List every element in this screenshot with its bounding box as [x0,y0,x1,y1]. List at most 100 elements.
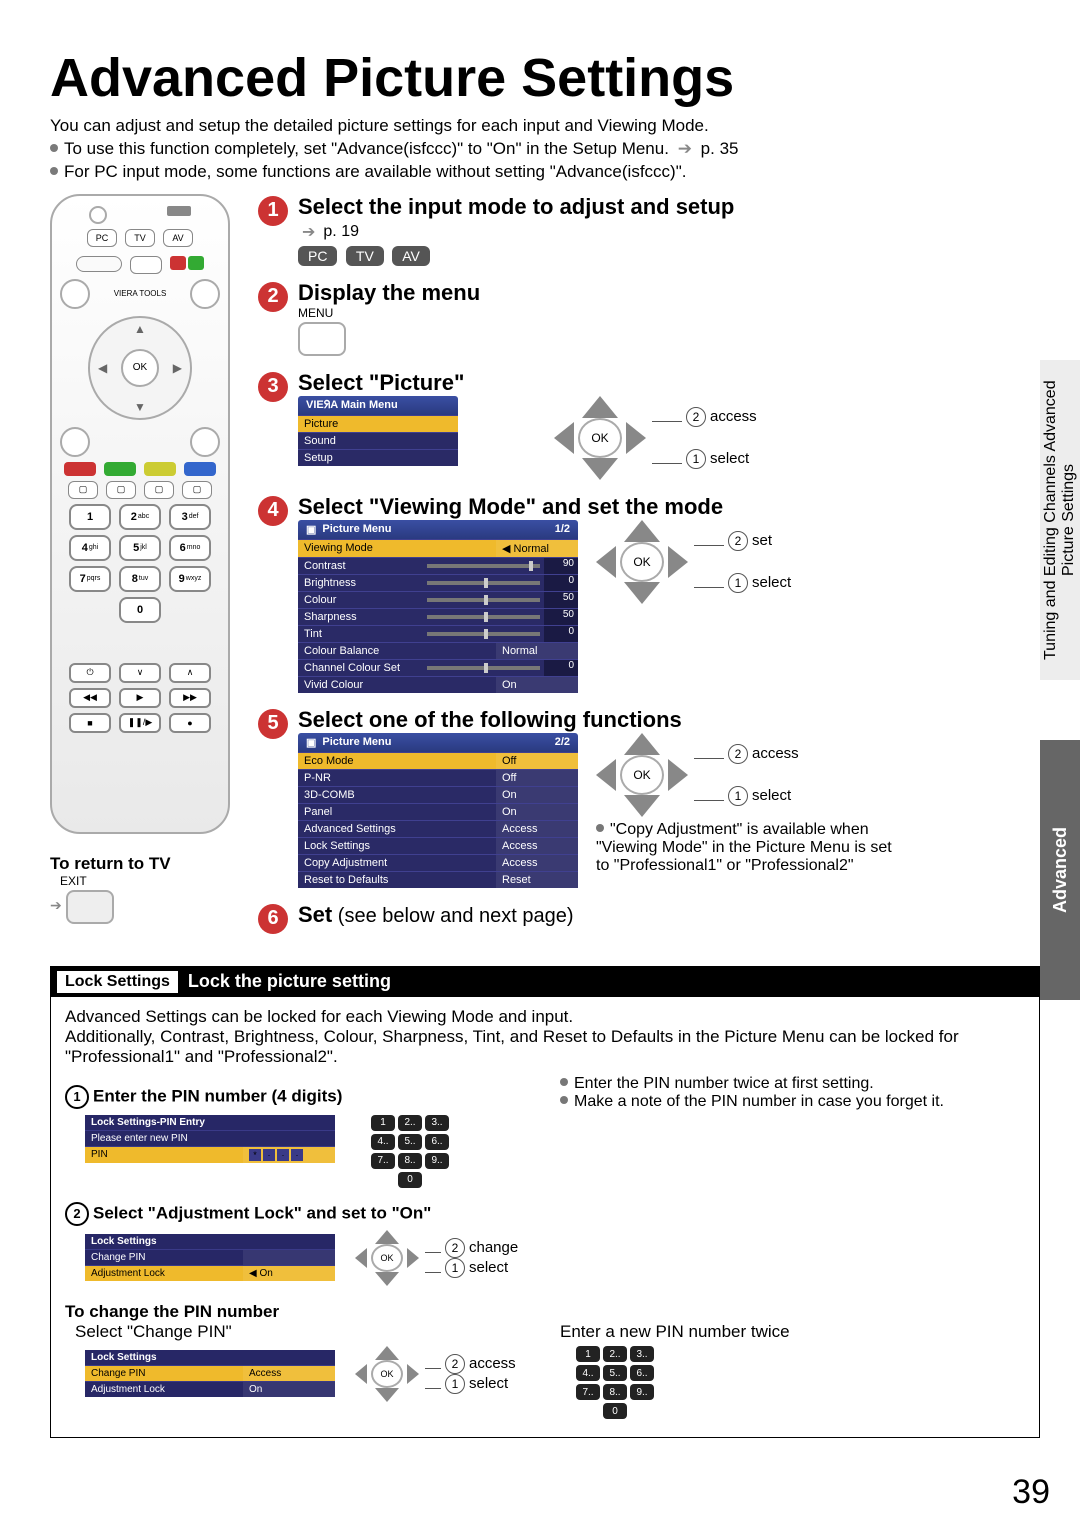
forward-button[interactable]: ▶▶ [169,688,211,708]
circle-button[interactable] [60,427,90,457]
change-pin-right: Enter a new PIN number twice [560,1322,1025,1342]
step-number-icon: 4 [258,496,288,526]
picture-menu-osd-1: ▣Picture Menu1/2 Viewing Mode◀ Normal Co… [298,520,578,693]
up-arrow-icon: ▲ [134,322,146,336]
play-button[interactable]: ▶ [119,688,161,708]
right-arrow-icon: ▶ [173,361,182,375]
remote-control: PC TV AV VIERA TOOLS [50,194,230,834]
nav-pad-icon: OK [554,396,646,480]
remote-small-button[interactable] [130,256,162,274]
step-number-icon: 5 [258,709,288,739]
page-number: 39 [1012,1473,1050,1512]
green-button[interactable] [188,256,204,270]
remote-dpad[interactable]: ▲ ▼ ◀ ▶ OK [88,316,192,420]
numkey-2[interactable]: 2abc [119,504,161,530]
manual-page: Advanced Picture Settings You can adjust… [0,0,1080,1532]
numkey-0[interactable]: 0 [119,597,161,623]
step-1: 1 Select the input mode to adjust and se… [258,194,1040,266]
step-title: Select "Picture" [298,370,1040,396]
copy-adjustment-note: "Copy Adjustment" is available when "Vie… [596,821,896,875]
power-button[interactable]: ⏻ [69,663,111,683]
numkey-8[interactable]: 8tuv [119,566,161,592]
nav-pad-icon: OK [596,733,688,817]
remote-ok-button[interactable]: OK [121,349,159,387]
menu-label: MENU [298,306,1040,320]
step-title: Select "Viewing Mode" and set the mode [298,494,1040,520]
lock-heading: Lock the picture setting [188,971,391,992]
numkey-3[interactable]: 3def [169,504,211,530]
steps-column: 1 Select the input mode to adjust and se… [258,194,1040,948]
nav-access-label: access [710,408,757,425]
numkey-4[interactable]: 4ghi [69,535,111,561]
step-title: Select the input mode to adjust and setu… [298,194,1040,220]
circle-button[interactable] [190,427,220,457]
pc-mode-pill[interactable]: PC [298,246,337,266]
step-title: Set [298,902,332,927]
av-mode-pill[interactable]: AV [392,246,430,266]
circle-button[interactable] [60,279,90,309]
remote-option-button[interactable]: ▢ [144,481,174,499]
green-color-button[interactable] [104,462,136,476]
nav-pad-icon: OK [596,520,688,604]
numkey-1[interactable]: 1 [69,504,111,530]
step-6: 6 Set (see below and next page) [258,902,1040,934]
numkey-5[interactable]: 5jkl [119,535,161,561]
vol-button[interactable]: ∨ [119,663,161,683]
nav-pad-icon: OK [355,1230,419,1286]
pause-button[interactable]: ❚❚/▶ [119,713,161,733]
step-3: 3 Select "Picture" VIEᖆA Main Menu Pictu… [258,370,1040,480]
remote-option-button[interactable]: ▢ [68,481,98,499]
keypad-icon: 12..3.. 4..5..6.. 7..8..9.. 0 [371,1115,449,1188]
remote-pill-button[interactable] [76,256,122,272]
numkey-9[interactable]: 9wxyz [169,566,211,592]
intro-line-2: To use this function completely, set "Ad… [50,138,1040,161]
numkey-6[interactable]: 6mno [169,535,211,561]
circle-button[interactable] [190,279,220,309]
step-title: Display the menu [298,280,1040,306]
tv-mode-pill[interactable]: TV [346,246,384,266]
down-arrow-icon: ▼ [134,400,146,414]
remote-av-button[interactable]: AV [163,229,193,247]
ch-button[interactable]: ∧ [169,663,211,683]
remote-option-button[interactable]: ▢ [182,481,212,499]
return-to-tv: To return to TV EXIT ➔ [50,854,240,924]
arrow-icon: ➔ [302,222,315,242]
record-button[interactable]: ● [169,713,211,733]
ir-window [167,206,191,216]
arrow-icon: ➔ [678,138,692,161]
remote-column: PC TV AV VIERA TOOLS [50,194,240,948]
picture-menu-osd-2: ▣Picture Menu2/2 Eco ModeOff P-NROff 3D-… [298,733,578,888]
stop-button[interactable]: ■ [69,713,111,733]
remote-option-button[interactable]: ▢ [106,481,136,499]
led-icon [89,206,107,224]
step-4: 4 Select "Viewing Mode" and set the mode… [258,494,1040,693]
lock-sub2-title: Select "Adjustment Lock" and set to "On" [93,1203,431,1222]
blue-color-button[interactable] [184,462,216,476]
nav-pad-icon: OK [355,1346,419,1402]
exit-button[interactable] [66,890,114,924]
adjustment-lock-osd: Lock Settings Change PIN Adjustment Lock… [85,1234,335,1281]
remote-tv-button[interactable]: TV [125,229,155,247]
red-button[interactable] [170,256,186,270]
main-menu-osd: VIEᖆA Main Menu Picture Sound Setup [298,396,458,466]
yellow-color-button[interactable] [144,462,176,476]
numkey-7[interactable]: 7pqrs [69,566,111,592]
lock-tag: Lock Settings [57,971,178,993]
page-title: Advanced Picture Settings [50,50,1040,107]
change-pin-osd: Lock Settings Change PINAccess Adjustmen… [85,1350,335,1397]
keypad-icon: 12..3.. 4..5..6.. 7..8..9.. 0 [576,1346,654,1419]
menu-button[interactable] [298,322,346,356]
nav-select-label: select [710,450,749,467]
red-color-button[interactable] [64,462,96,476]
viera-tools-label: VIERA TOOLS [114,289,167,298]
step-2: 2 Display the menu MENU [258,280,1040,356]
left-arrow-icon: ◀ [98,361,107,375]
intro-line-3: For PC input mode, some functions are av… [50,161,1040,184]
remote-pc-button[interactable]: PC [87,229,117,247]
lock-description: Advanced Settings can be locked for each… [65,1007,1025,1067]
rewind-button[interactable]: ◀◀ [69,688,111,708]
nav-set-label: set [752,532,772,549]
step-number-icon: 2 [258,282,288,312]
step-number-icon: 6 [258,904,288,934]
side-tab-section: Advanced [1040,740,1080,1000]
